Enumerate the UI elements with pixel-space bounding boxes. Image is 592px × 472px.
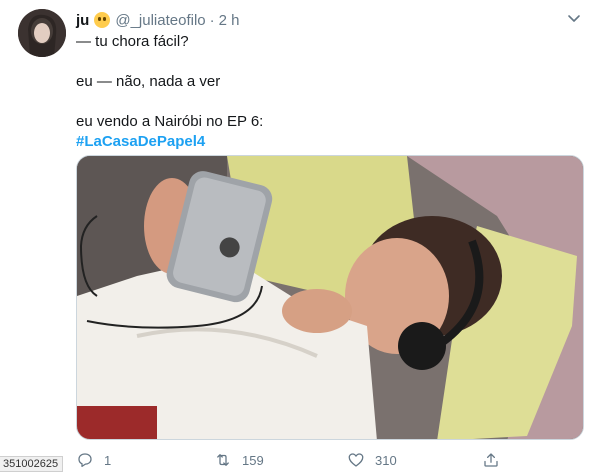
heart-icon xyxy=(348,453,364,467)
tweet-media-photo[interactable] xyxy=(76,155,584,440)
photo-crying-girl-with-phone xyxy=(77,156,583,439)
tweet-actions: 1 159 310 xyxy=(76,450,536,470)
tweet[interactable]: ju @_juliateofilo · 2 h — tu chora fácil… xyxy=(0,0,592,472)
tweet-line: eu — não, nada a ver xyxy=(76,73,221,90)
tweet-line: eu vendo a Nairóbi no EP 6: xyxy=(76,113,264,130)
tweet-header: ju @_juliateofilo · 2 h xyxy=(76,10,239,30)
chevron-down-icon[interactable] xyxy=(566,10,582,26)
reply-button[interactable]: 1 xyxy=(76,450,111,470)
retweet-icon xyxy=(217,454,229,466)
reply-icon xyxy=(78,453,92,468)
share-icon xyxy=(484,453,498,467)
tweet-timestamp[interactable]: 2 h xyxy=(219,12,240,29)
author-handle[interactable]: @_juliateofilo xyxy=(115,12,205,29)
hashtag-link[interactable]: #LaCasaDePapel4 xyxy=(76,132,576,152)
share-button[interactable] xyxy=(482,450,510,470)
edge-tooltip-label: 351002625 xyxy=(0,456,64,472)
retweet-count: 159 xyxy=(242,452,264,468)
like-button[interactable]: 310 xyxy=(347,450,397,470)
tweet-line: — tu chora fácil? xyxy=(76,33,189,50)
neutral-face-emoji-icon xyxy=(94,12,111,28)
avatar-image xyxy=(18,9,66,57)
avatar[interactable] xyxy=(18,9,66,57)
reply-count: 1 xyxy=(104,452,112,468)
author-name[interactable]: ju xyxy=(76,12,89,29)
tweet-text: — tu chora fácil? eu — não, nada a ver e… xyxy=(76,32,576,152)
separator-dot: · xyxy=(209,11,215,29)
retweet-button[interactable]: 159 xyxy=(214,450,264,470)
like-count: 310 xyxy=(375,452,397,468)
